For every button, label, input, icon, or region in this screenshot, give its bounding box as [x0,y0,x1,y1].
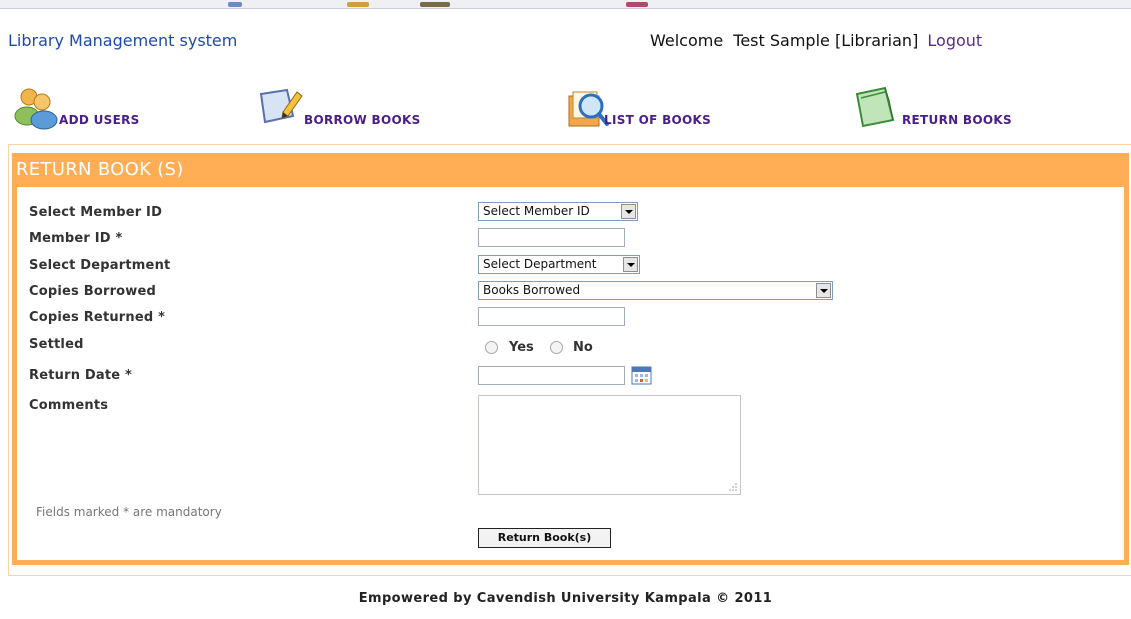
nav-label: BORROW BOOKS [304,113,421,127]
logout-link[interactable]: Logout [927,31,982,50]
mandatory-note: Fields marked * are mandatory [36,505,222,519]
settled-no-radio[interactable] [550,341,563,354]
user-name: Test Sample [Librarian] [733,31,919,50]
return-book-icon [855,86,895,128]
chevron-down-icon [621,204,636,219]
copies-borrowed-select-value: Books Borrowed [483,283,581,297]
strip-mark [626,2,648,7]
chevron-down-icon [623,257,638,272]
panel-title: RETURN BOOK (S) [16,159,184,180]
copies-borrowed-label: Copies Borrowed [29,284,157,299]
member-id-select-value: Select Member ID [483,204,590,218]
department-select[interactable]: Select Department [478,255,640,274]
member-id-select[interactable]: Select Member ID [478,202,638,221]
nav-label: ADD USERS [59,113,140,127]
nav-list-of-books[interactable]: LIST OF BOOKS [567,86,737,132]
nav-borrow-books[interactable]: BORROW BOOKS [257,86,437,132]
strip-mark [420,2,450,7]
welcome-prefix: Welcome [650,31,724,50]
department-select-value: Select Department [483,257,597,271]
comments-label: Comments [29,398,109,413]
settled-yes-radio[interactable] [485,341,498,354]
strip-mark [347,2,369,7]
pencil-note-icon [259,88,303,124]
welcome-bar: Welcome Test Sample [Librarian] Logout [650,31,982,50]
nav-return-books[interactable]: RETURN BOOKS [855,86,1030,132]
strip-mark [228,2,242,7]
nav-add-users[interactable]: ADD USERS [13,86,153,132]
app-title: Library Management system [8,31,238,50]
top-strip [0,0,1131,9]
settled-no-label: No [573,340,593,355]
chevron-down-icon [816,283,831,298]
resize-grip-icon[interactable] [728,482,737,491]
calendar-icon[interactable] [631,365,652,385]
select-member-id-label: Select Member ID [29,205,163,220]
copies-returned-label: Copies Returned * [29,310,166,325]
comments-textarea[interactable] [478,395,741,495]
return-date-input[interactable] [478,366,625,385]
member-id-input[interactable] [478,228,625,247]
member-id-label: Member ID * [29,231,123,246]
return-books-button[interactable]: Return Book(s) [478,528,611,548]
select-department-label: Select Department [29,258,171,273]
copies-returned-input[interactable] [478,307,625,326]
return-date-label: Return Date * [29,368,133,383]
settled-yes-label: Yes [509,340,534,355]
nav-label: RETURN BOOKS [902,113,1012,127]
nav-label: LIST OF BOOKS [604,113,712,127]
settled-label: Settled [29,337,84,352]
footer-text: Empowered by Cavendish University Kampal… [358,591,773,606]
users-icon [14,88,58,130]
copies-borrowed-select[interactable]: Books Borrowed [478,281,833,300]
